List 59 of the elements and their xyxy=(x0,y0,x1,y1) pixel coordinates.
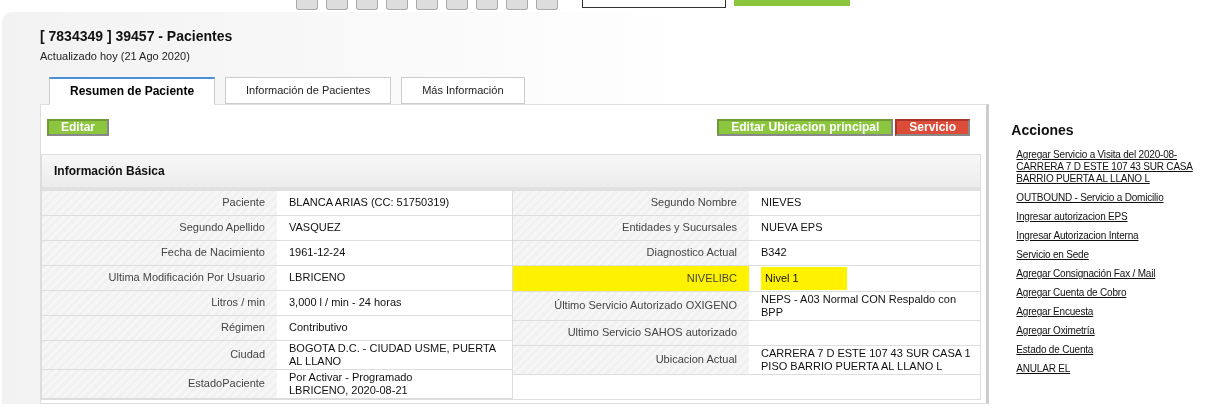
field-label: Litros / min xyxy=(42,290,277,315)
action-link[interactable]: Agregar Servicio a Visita del 2020-08- CARRERA 7 D ESTE 107 43 SUR CASA BARRIO PUERTA AL LLANO L xyxy=(1016,149,1207,185)
field-label: Ciudad xyxy=(42,340,277,369)
toolbar-icon[interactable] xyxy=(446,0,468,10)
action-link[interactable]: Estado de Cuenta xyxy=(1016,344,1207,356)
field-label: Entidades y Sucursales xyxy=(513,215,749,240)
field-value: Por Activar - Programado LBRICENO, 2020-08-21 xyxy=(289,370,413,397)
toolbar-icon[interactable] xyxy=(296,0,318,10)
toolbar-icon[interactable] xyxy=(506,0,528,10)
action-link[interactable]: Ingresar Autorizacion Interna xyxy=(1016,230,1207,242)
field-label: Último Servicio Autorizado OXIGENO xyxy=(513,291,749,320)
toolbar-icon[interactable] xyxy=(356,0,378,10)
field-value: BOGOTA D.C. - CIUDAD USME, PUERTA AL LLANO xyxy=(289,341,497,368)
field-value: LBRICENO xyxy=(289,271,346,284)
field-label: Fecha de Nacimiento xyxy=(42,240,277,265)
toolbar-icon[interactable] xyxy=(536,0,558,10)
field-value: Nivel 1 xyxy=(761,266,847,290)
panel-title: Información Básica xyxy=(54,162,165,180)
field-value: 3,000 l / min - 24 horas xyxy=(289,296,402,309)
action-link[interactable]: Ingresar autorizacion EPS xyxy=(1016,211,1207,223)
field-label: Ultima Modificación Por Usuario xyxy=(42,265,277,290)
field-label: Diagnostico Actual xyxy=(513,240,749,265)
field-value: CARRERA 7 D ESTE 107 43 SUR CASA 1 PISO BARRIO PUERTA AL LLANO L xyxy=(761,346,972,373)
page-title: [ 7834349 ] 39457 - Pacientes xyxy=(40,28,234,44)
field-label: Régimen xyxy=(42,315,277,340)
field-label: Segundo Apellido xyxy=(42,215,277,240)
field-label: Segundo Nombre xyxy=(513,190,749,215)
toolbar-icon[interactable] xyxy=(476,0,498,10)
action-button[interactable]: Servicio xyxy=(895,118,970,136)
field-label: EstadoPaciente xyxy=(42,369,277,398)
field-value: Contributivo xyxy=(289,321,348,334)
search-button[interactable] xyxy=(734,0,850,6)
action-link[interactable]: ANULAR EL xyxy=(1016,363,1207,375)
action-link[interactable]: Agregar Consignación Fax / Mail xyxy=(1016,268,1207,280)
action-link[interactable]: OUTBOUND - Servicio a Domicilio xyxy=(1016,192,1207,204)
field-value: B342 xyxy=(761,246,787,259)
updated-text: Actualizado hoy (21 Ago 2020) xyxy=(40,49,191,64)
tab[interactable]: Información de Pacientes xyxy=(225,76,392,104)
field-value: BLANCA ARIAS (CC: 51750319) xyxy=(289,196,450,209)
field-value: VASQUEZ xyxy=(289,221,341,234)
field-label: NIVELIBC xyxy=(513,265,749,291)
action-link[interactable]: Agregar Oximetría xyxy=(1016,325,1207,337)
toolbar-icon[interactable] xyxy=(386,0,408,10)
field-value: 1961-12-24 xyxy=(289,246,346,259)
field-value: NEPS - A03 Normal CON Respaldo con BPP xyxy=(761,292,958,319)
field-label: Ultimo Servicio SAHOS autorizado xyxy=(513,320,749,345)
toolbar-icon[interactable] xyxy=(416,0,438,10)
field-value: NIEVES xyxy=(761,196,802,209)
actions-title: Acciones xyxy=(1011,121,1075,140)
action-link[interactable]: Agregar Cuenta de Cobro xyxy=(1016,287,1207,299)
field-value: NUEVA EPS xyxy=(761,221,823,234)
action-link[interactable]: Servicio en Sede xyxy=(1016,249,1207,261)
action-link[interactable]: Agregar Encuesta xyxy=(1016,306,1207,318)
tab[interactable]: Más Información xyxy=(401,76,525,104)
tab[interactable]: Resumen de Paciente xyxy=(49,76,216,105)
search-field[interactable] xyxy=(582,0,726,8)
toolbar-icon[interactable] xyxy=(326,0,348,10)
field-label: Paciente xyxy=(42,190,277,215)
field-label: Ubicacion Actual xyxy=(513,345,749,374)
